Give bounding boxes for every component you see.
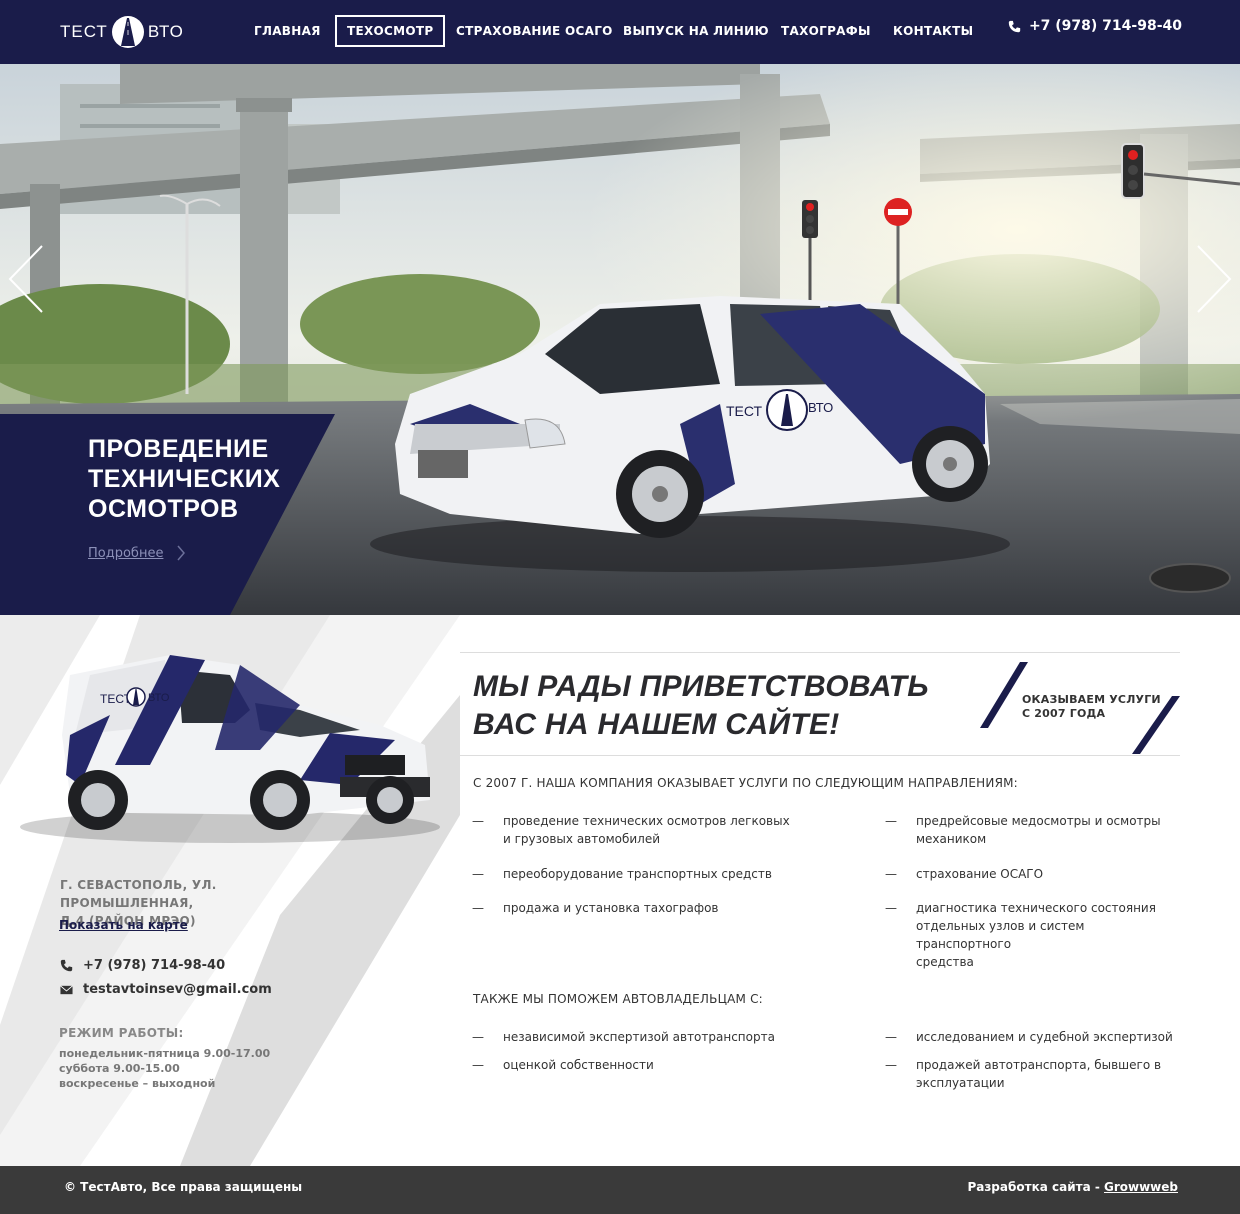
hero-car-logo-left: ТЕСТ	[726, 403, 763, 419]
logo-road-icon	[111, 16, 144, 48]
nav-item-tachographs[interactable]: ТАХОГРАФЫ	[781, 15, 871, 47]
list-item: — диагностика технического состояния отд…	[885, 901, 1156, 969]
footer-dev-label: Разработка сайта -	[967, 1180, 1104, 1194]
working-hours: понедельник-пятница 9.00-17.00 суббота 9…	[59, 1047, 271, 1090]
sidebar-phone-number: +7 (978) 714-98-40	[83, 958, 226, 973]
nav-item-home[interactable]: ГЛАВНАЯ	[254, 15, 321, 47]
header-phone[interactable]: +7 (978) 714-98-40	[1008, 18, 1182, 34]
list-item: — исследованием и судебной экспертизой	[885, 1030, 1173, 1044]
list-item: — продажей автотранспорта, бывшего в экс…	[885, 1058, 1162, 1090]
list-item: — переоборудование транспортных средств	[472, 867, 772, 881]
logo-text-left: ТЕСТ	[60, 22, 108, 41]
phone-icon	[60, 959, 73, 972]
sidebar-email[interactable]: testavtoinsev@gmail.com	[60, 982, 272, 997]
list-item: — страхование ОСАГО	[885, 867, 1044, 881]
welcome-heading: МЫ РАДЫ ПРИВЕТСТВОВАТЬ ВАС НА НАШЕМ САЙТ…	[473, 670, 929, 741]
list-item: — оценкой собственности	[472, 1058, 654, 1072]
list-item: — продажа и установка тахографов	[472, 901, 719, 915]
van-logo-right: ВТО	[148, 692, 170, 704]
services-heading: С 2007 Г. НАША КОМПАНИЯ ОКАЗЫВАЕТ УСЛУГИ…	[473, 776, 1018, 790]
hero-title: ПРОВЕДЕНИЕ ТЕХНИЧЕСКИХ ОСМОТРОВ	[88, 435, 281, 523]
working-hours-title: РЕЖИМ РАБОТЫ:	[59, 1026, 184, 1040]
footer-dev-link[interactable]: Growwweb	[1104, 1180, 1178, 1194]
hero-car-logo-right: ВТО	[808, 400, 833, 415]
nav-item-osago-insurance[interactable]: СТРАХОВАНИЕ ОСАГО	[456, 15, 613, 47]
chevron-right-icon[interactable]	[1196, 244, 1232, 314]
nav-item-line-release[interactable]: ВЫПУСК НА ЛИНИЮ	[623, 15, 769, 47]
footer-copyright: © ТестАвто, Все права защищены	[64, 1180, 303, 1194]
divider-top	[460, 652, 1180, 653]
footer-developer: Разработка сайта - Growwweb	[967, 1180, 1178, 1194]
site-footer: © ТестАвто, Все права защищены Разработк…	[0, 1166, 1240, 1214]
nav-item-tech-inspection[interactable]: ТЕХОСМОТР	[335, 15, 446, 47]
list-item: — предрейсовые медосмотры и осмотры меха…	[885, 814, 1161, 846]
list-item: — независимой экспертизой автотранспорта	[472, 1030, 775, 1044]
list-item: — проведение технических осмотров легков…	[472, 814, 790, 846]
chevron-right-small-icon	[177, 545, 186, 561]
help-heading: ТАКЖЕ МЫ ПОМОЖЕМ АВТОВЛАДЕЛЬЦАМ С:	[473, 992, 763, 1006]
logo-text-right: ВТО	[147, 22, 184, 41]
top-navigation-bar: ТЕСТ ВТО ГЛАВНАЯ ТЕХОСМОТР СТРАХОВАНИЕ О…	[0, 0, 1240, 64]
nav-item-contacts[interactable]: КОНТАКТЫ	[893, 15, 973, 47]
divider-bottom	[460, 755, 1180, 756]
phone-icon	[1008, 20, 1021, 32]
header-phone-number: +7 (978) 714-98-40	[1028, 18, 1182, 34]
sidebar-phone[interactable]: +7 (978) 714-98-40	[60, 958, 225, 973]
show-on-map-link[interactable]: Показать на карте	[59, 918, 188, 932]
mail-icon	[60, 984, 73, 994]
hero-more-link[interactable]: Подробнее	[88, 545, 186, 561]
sidebar-email-address: testavtoinsev@gmail.com	[83, 982, 272, 997]
hero-more-label: Подробнее	[88, 545, 164, 561]
hero-slider: ТЕСТ ВТО ПРОВЕДЕНИЕ ТЕХНИЧЕСКИХ ОСМОТРОВ…	[0, 64, 1240, 615]
chevron-left-icon[interactable]	[8, 244, 44, 314]
site-logo[interactable]: ТЕСТ ВТО	[60, 8, 184, 56]
since-badge-text: ОКАЗЫВАЕМ УСЛУГИ С 2007 ГОДА	[1022, 693, 1161, 720]
